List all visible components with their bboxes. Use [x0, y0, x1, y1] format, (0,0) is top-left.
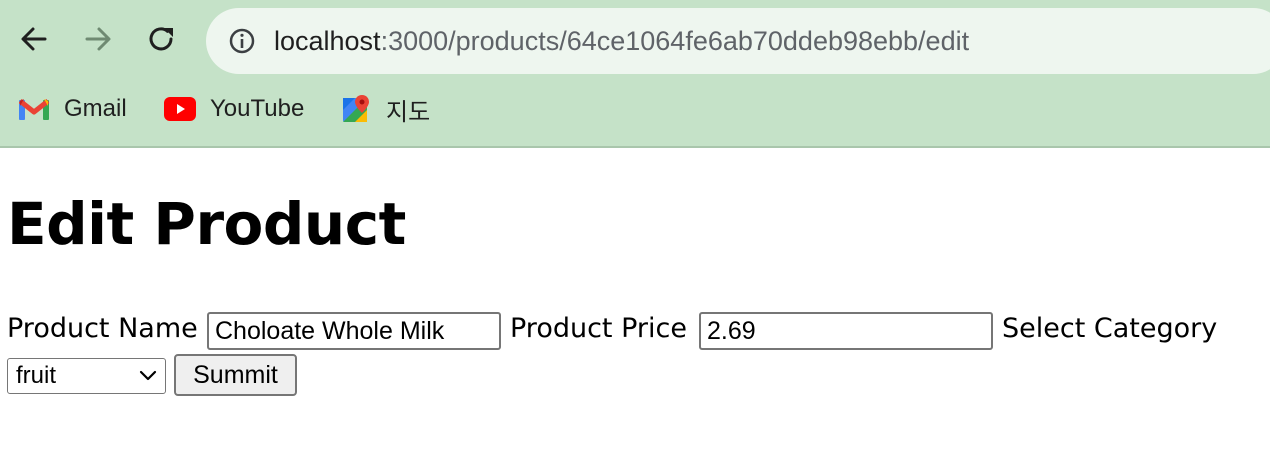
- forward-button[interactable]: [78, 19, 118, 59]
- bookmark-maps[interactable]: 지도: [340, 92, 430, 126]
- url-host: localhost: [274, 26, 381, 56]
- url-text[interactable]: localhost:3000/products/64ce1064fe6ab70d…: [274, 22, 969, 60]
- browser-toolbar: localhost:3000/products/64ce1064fe6ab70d…: [0, 0, 1270, 146]
- product-price-label: Product Price: [510, 313, 687, 344]
- bookmark-youtube[interactable]: YouTube: [164, 92, 304, 126]
- reload-icon: [149, 27, 173, 51]
- page-title: Edit Product: [7, 190, 406, 258]
- product-name-label: Product Name: [7, 313, 198, 344]
- arrow-right-icon: [85, 27, 111, 51]
- product-form: Product Name Choloate Whole Milk Product…: [7, 310, 1263, 354]
- bookmark-label: YouTube: [210, 95, 305, 122]
- site-info-icon[interactable]: [228, 27, 256, 55]
- back-button[interactable]: [14, 19, 54, 59]
- google-maps-icon: [340, 95, 372, 123]
- category-select[interactable]: fruit: [7, 358, 166, 394]
- address-bar[interactable]: localhost:3000/products/64ce1064fe6ab70d…: [206, 8, 1270, 74]
- category-selected-value: fruit: [16, 362, 57, 389]
- bookmark-label: 지도: [386, 98, 431, 126]
- bookmark-label: Gmail: [64, 95, 127, 122]
- reload-button[interactable]: [142, 19, 182, 59]
- product-name-input[interactable]: Choloate Whole Milk: [207, 312, 501, 350]
- url-path: :3000/products/64ce1064fe6ab70ddeb98ebb/…: [380, 26, 970, 56]
- gmail-icon: [18, 95, 50, 123]
- chevron-down-icon: [139, 370, 157, 381]
- youtube-icon: [164, 95, 196, 123]
- toolbar-divider: [0, 146, 1270, 148]
- arrow-left-icon: [21, 27, 47, 51]
- bookmark-gmail[interactable]: Gmail: [18, 92, 127, 126]
- submit-button[interactable]: Summit: [174, 354, 297, 396]
- category-label: Select Category: [1002, 313, 1218, 344]
- product-price-input[interactable]: 2.69: [699, 312, 993, 350]
